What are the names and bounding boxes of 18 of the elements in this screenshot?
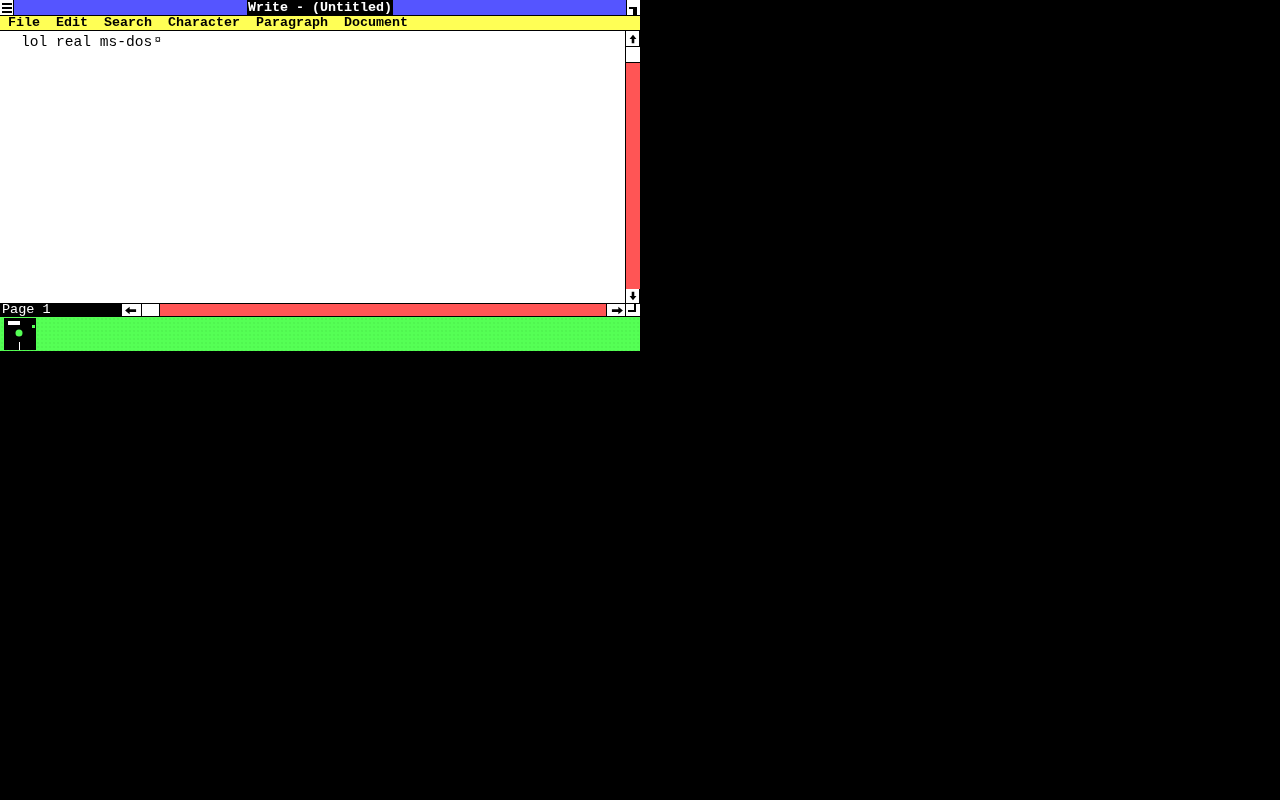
end-mark: ¤ xyxy=(154,34,161,46)
size-box-icon[interactable] xyxy=(625,304,640,316)
window-title: Write - (Untitled) xyxy=(247,0,393,15)
scroll-up-button[interactable] xyxy=(626,31,639,46)
scroll-thumb[interactable] xyxy=(141,304,160,316)
scroll-down-button[interactable] xyxy=(626,289,639,303)
menu-icon[interactable] xyxy=(0,0,14,15)
menu-item[interactable]: Edit xyxy=(56,16,88,30)
menu-item[interactable]: Search xyxy=(104,16,152,30)
window-size-icon[interactable] xyxy=(626,0,640,15)
document-text: lol real ms-dos xyxy=(21,34,153,51)
menu-item[interactable]: File xyxy=(8,16,40,30)
scroll-thumb[interactable] xyxy=(626,46,640,63)
menu-item[interactable]: Character xyxy=(168,16,240,30)
menu-item[interactable]: Document xyxy=(343,16,408,30)
scroll-left-button[interactable] xyxy=(122,304,141,316)
scroll-right-button[interactable] xyxy=(607,304,625,316)
menu-item[interactable]: Paragraph xyxy=(256,16,328,30)
